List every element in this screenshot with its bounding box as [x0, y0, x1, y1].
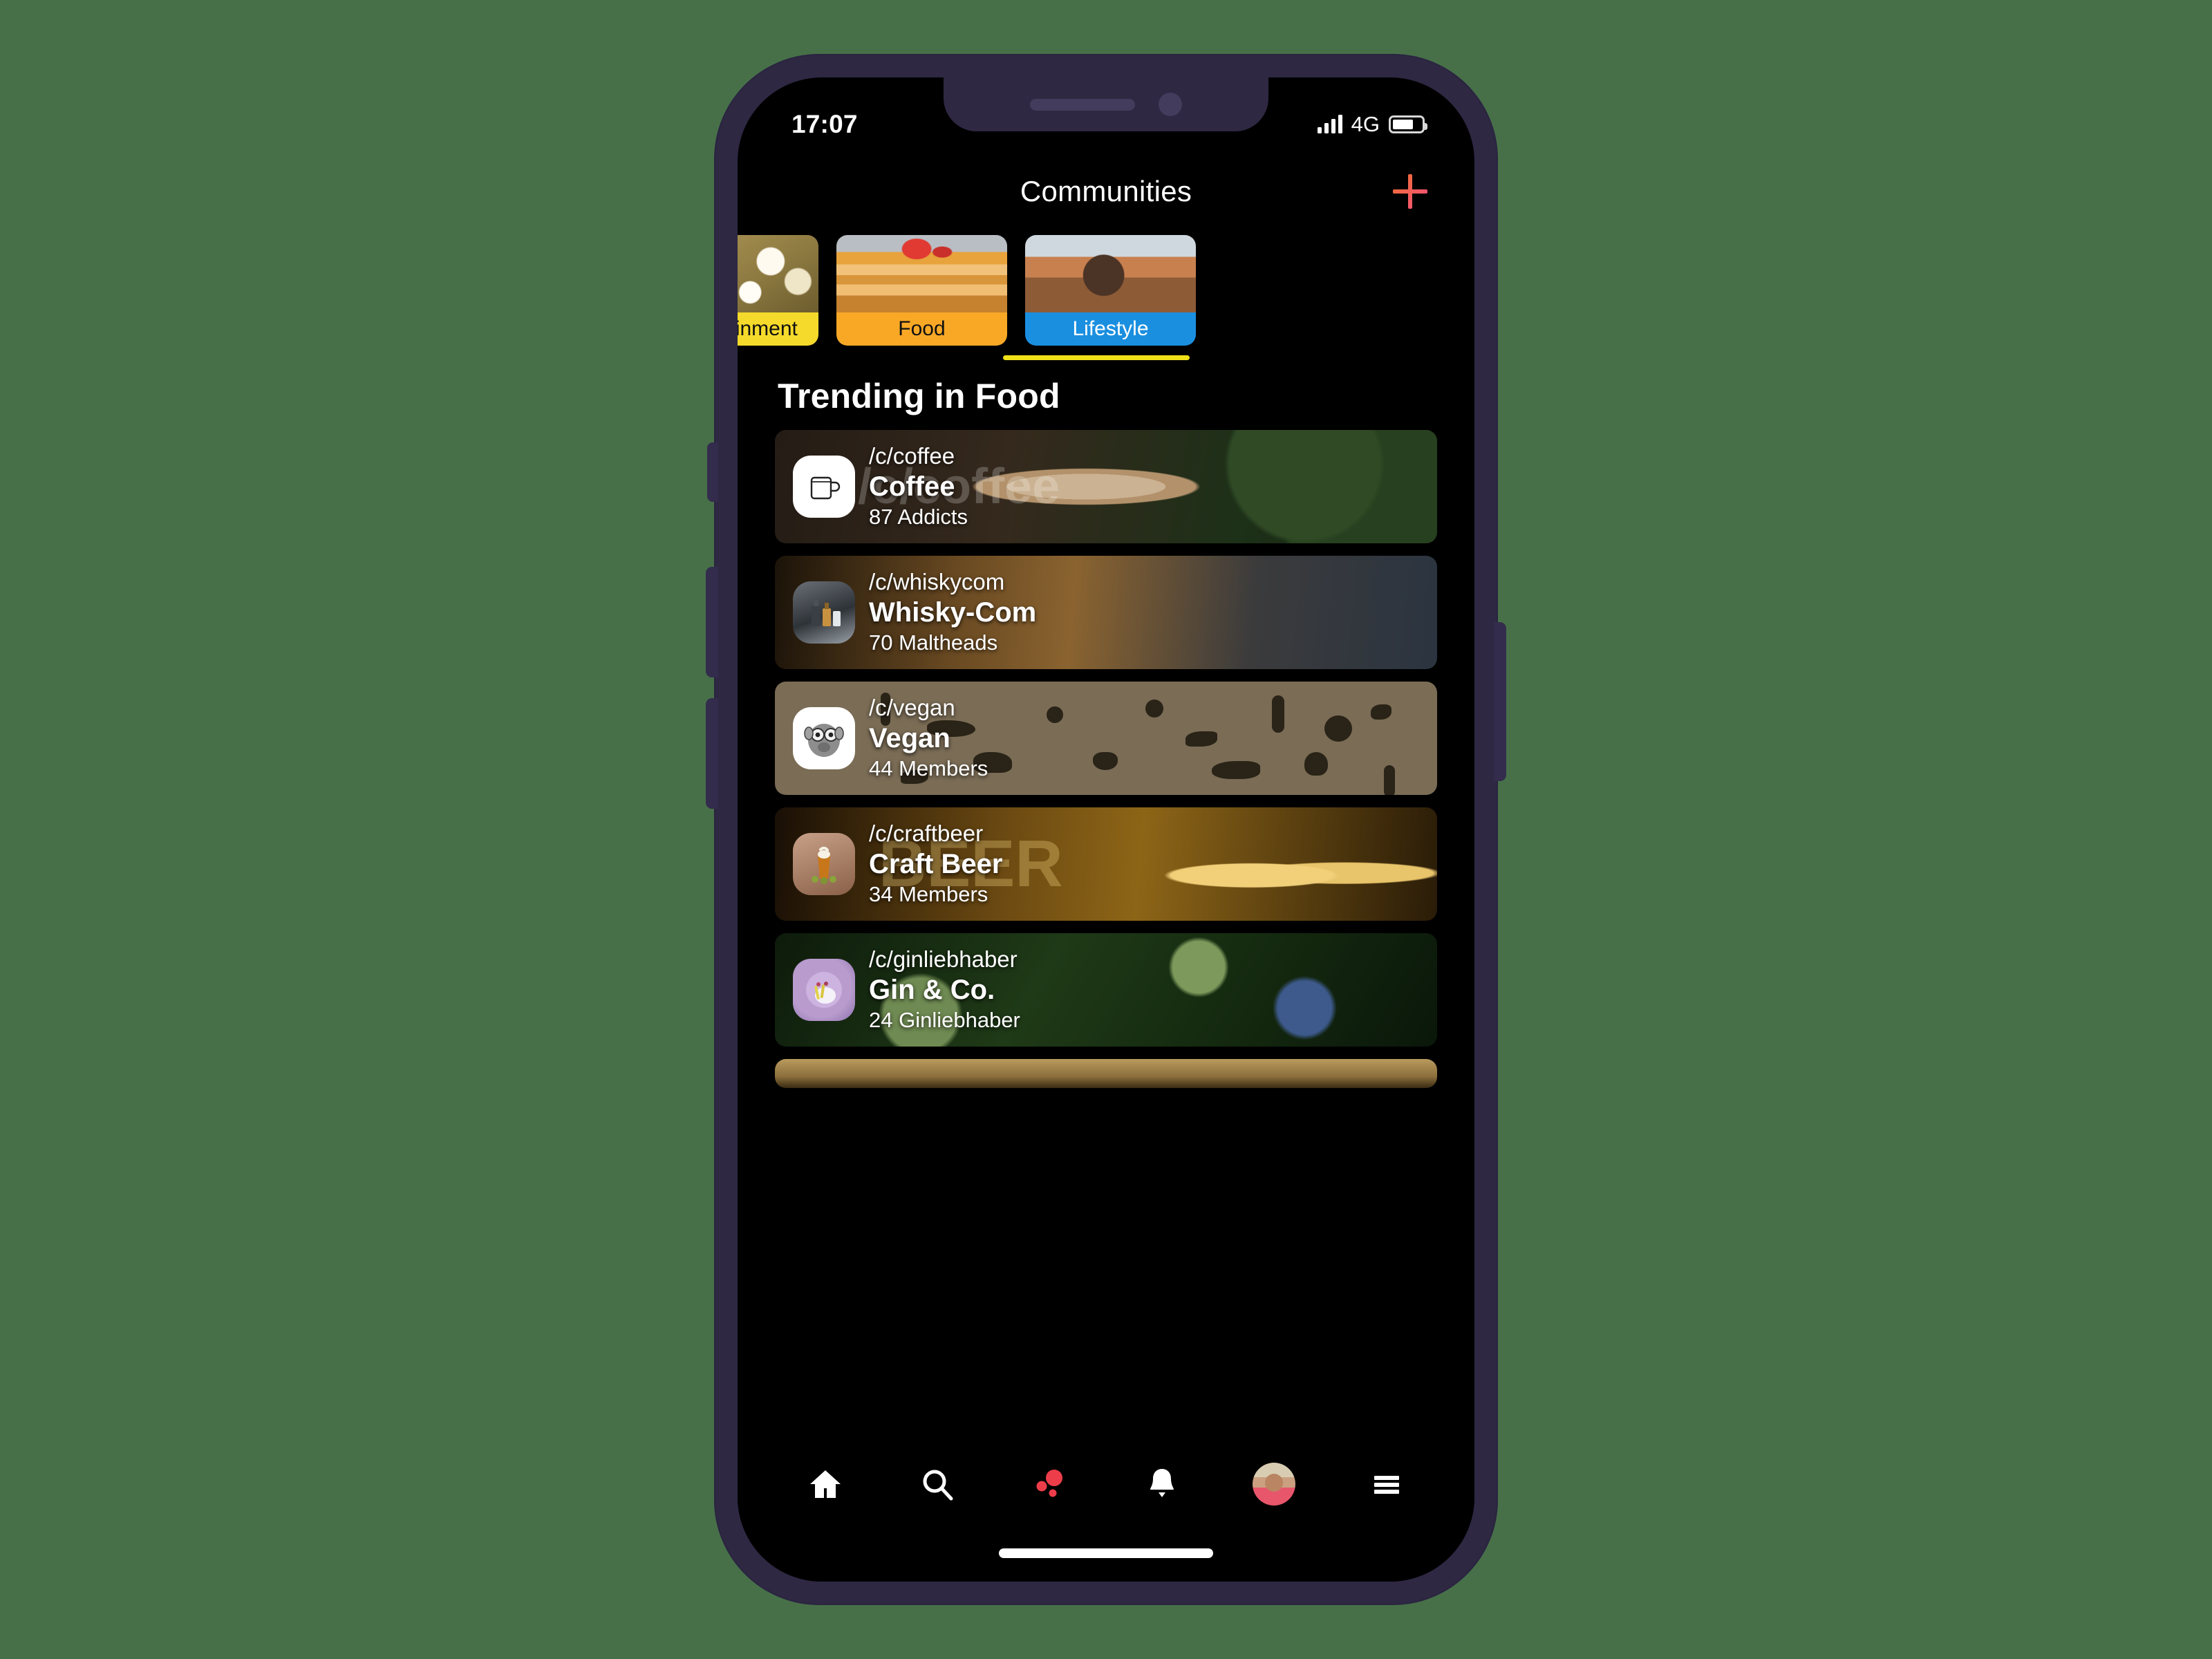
community-text-ginliebhaber: /c/ginliebhaber Gin & Co. 24 Ginliebhabe… [869, 946, 1020, 1034]
bottom-navigation-bar[interactable] [738, 1431, 1474, 1582]
home-icon [810, 1470, 841, 1498]
category-image-food [836, 235, 1007, 312]
category-image-entertainment [738, 235, 818, 312]
category-label-entertainment: Entertainment [738, 312, 818, 346]
app-header: Communities [738, 153, 1474, 229]
phone-screen: 17:07 4G Communities Entertainment [738, 77, 1474, 1582]
power-button[interactable] [1494, 622, 1506, 781]
tarsier-icon [793, 707, 855, 769]
phone-frame: 17:07 4G Communities Entertainment [706, 55, 1506, 1604]
community-background-next-partial [775, 1059, 1437, 1088]
status-indicators: 4G [1317, 112, 1427, 137]
beer-glass-icon [793, 833, 855, 895]
community-slug: /c/vegan [869, 695, 955, 721]
community-members: 24 Ginliebhaber [869, 1008, 1020, 1033]
category-tab-lifestyle[interactable]: Lifestyle [1025, 235, 1196, 346]
category-image-lifestyle [1025, 235, 1196, 312]
community-card-coffee[interactable]: /c/coffee /c/coffee Coffee 87 Addicts [775, 430, 1437, 543]
battery-icon [1389, 115, 1427, 133]
dots-cluster-icon [1036, 1470, 1062, 1497]
community-text-coffee: /c/coffee Coffee 87 Addicts [869, 442, 968, 531]
hamburger-icon [1374, 1476, 1399, 1494]
search-icon [923, 1470, 953, 1501]
bell-icon [1150, 1469, 1174, 1497]
front-camera-icon [1159, 93, 1182, 116]
community-slug: /c/craftbeer [869, 821, 984, 847]
category-tab-food[interactable]: Food [836, 235, 1007, 346]
community-name: Vegan [869, 723, 950, 754]
community-slug: /c/whiskycom [869, 569, 1005, 595]
nav-communities-button[interactable] [1020, 1454, 1080, 1514]
signal-bars-icon [1317, 115, 1342, 133]
community-slug: /c/ginliebhaber [869, 946, 1018, 973]
volume-up-button[interactable] [706, 567, 718, 677]
section-heading: Trending in Food [778, 377, 1060, 415]
community-name: Gin & Co. [869, 975, 995, 1006]
community-text-vegan: /c/vegan Vegan 44 Members [869, 694, 988, 782]
community-members: 44 Members [869, 756, 988, 781]
community-name: Coffee [869, 471, 955, 503]
community-card-craftbeer[interactable]: BEER /c/craftbeer Craft Beer 34 Members [775, 807, 1437, 921]
community-list[interactable]: /c/coffee /c/coffee Coffee 87 Addicts /c… [738, 430, 1474, 1431]
category-label-lifestyle: Lifestyle [1025, 312, 1196, 346]
community-card-vegan[interactable]: /c/vegan Vegan 44 Members [775, 682, 1437, 795]
avatar [1253, 1463, 1296, 1506]
whisky-bottles-icon [793, 581, 855, 644]
home-indicator[interactable] [999, 1548, 1213, 1558]
nav-home-button[interactable] [796, 1454, 855, 1514]
community-slug: /c/coffee [869, 443, 955, 469]
network-type-label: 4G [1351, 112, 1380, 136]
community-text-whiskycom: /c/whiskycom Whisky-Com 70 Maltheads [869, 568, 1036, 657]
category-label-food: Food [836, 312, 1007, 346]
community-name: Craft Beer [869, 849, 1003, 880]
nav-notifications-button[interactable] [1132, 1454, 1192, 1514]
earpiece-speaker-icon [1030, 98, 1135, 111]
community-card-ginliebhaber[interactable]: /c/ginliebhaber Gin & Co. 24 Ginliebhabe… [775, 933, 1437, 1047]
community-members: 87 Addicts [869, 505, 968, 529]
volume-down-button[interactable] [706, 698, 718, 809]
coffee-mug-icon [793, 456, 855, 518]
community-card-next-partial[interactable] [775, 1059, 1437, 1088]
community-card-whiskycom[interactable]: /c/whiskycom Whisky-Com 70 Maltheads [775, 556, 1437, 669]
community-members: 34 Members [869, 882, 988, 907]
silent-switch-button[interactable] [707, 442, 718, 502]
add-community-button[interactable] [1389, 170, 1432, 213]
category-tab-entertainment[interactable]: Entertainment [738, 235, 818, 346]
screenshot-stage: 17:07 4G Communities Entertainment [0, 0, 2212, 1659]
nav-menu-button[interactable] [1357, 1454, 1416, 1514]
community-name: Whisky-Com [869, 597, 1037, 628]
notch [944, 77, 1268, 131]
community-members: 70 Maltheads [869, 630, 998, 655]
nav-profile-button[interactable] [1244, 1454, 1304, 1514]
status-time: 17:07 [791, 110, 858, 138]
community-text-craftbeer: /c/craftbeer Craft Beer 34 Members [869, 820, 1002, 908]
nav-search-button[interactable] [908, 1454, 967, 1514]
gin-glass-icon [793, 959, 855, 1021]
active-tab-indicator [1003, 355, 1190, 360]
page-title: Communities [1020, 175, 1192, 207]
category-tab-strip[interactable]: Entertainment Food Lifestyle [738, 235, 1474, 360]
